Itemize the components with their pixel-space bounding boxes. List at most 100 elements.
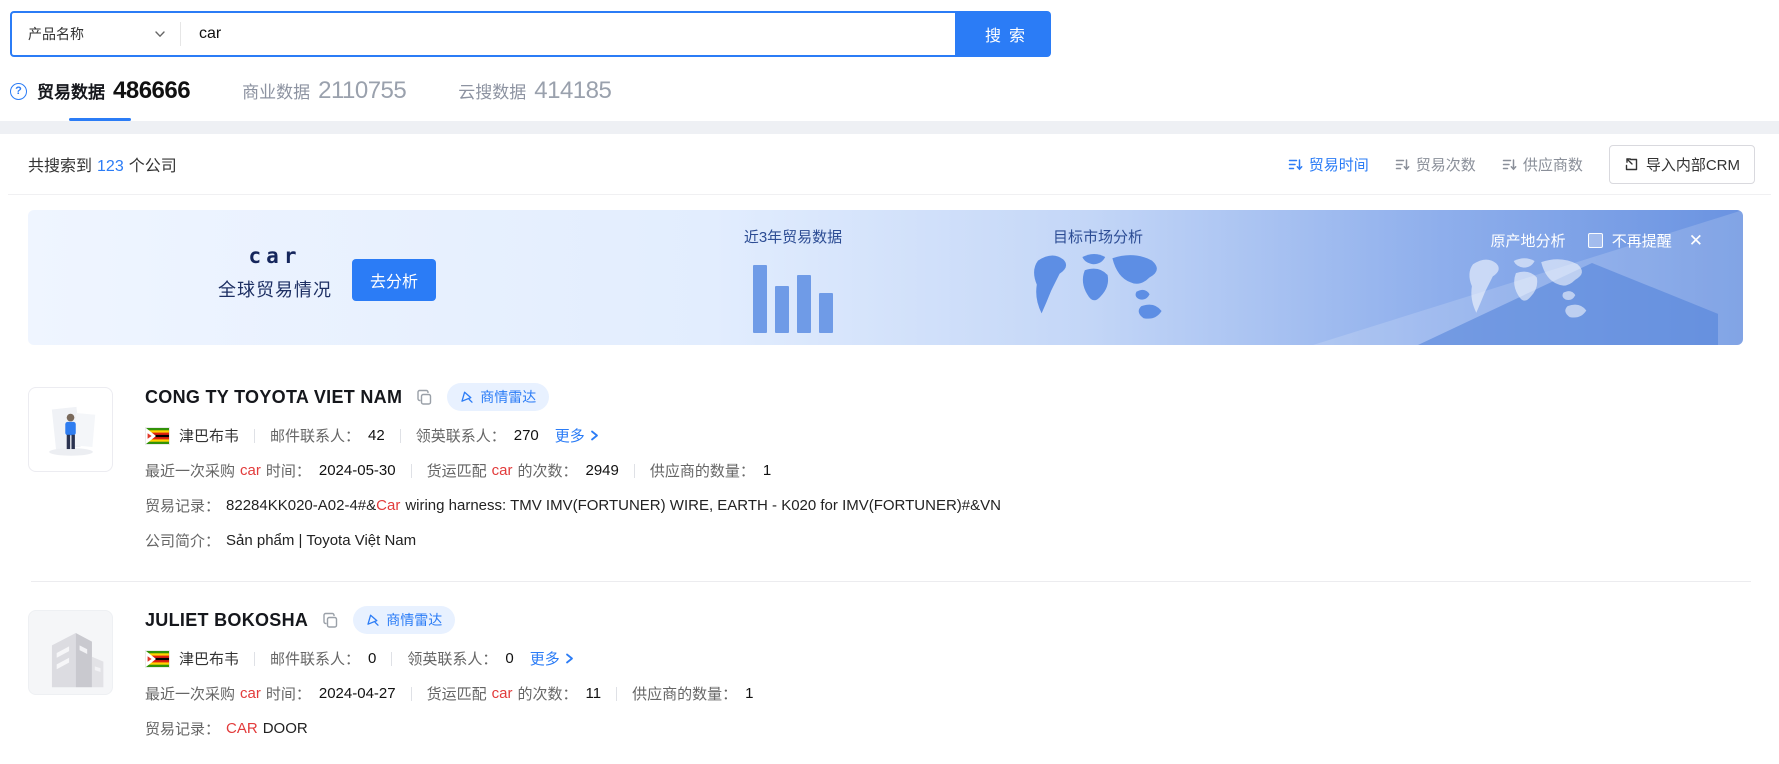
tab-count: 414185 <box>534 77 611 105</box>
email-contacts-value: 0 <box>368 650 376 667</box>
bar-chart-icon <box>718 259 868 333</box>
more-link[interactable]: 更多 <box>530 648 575 669</box>
sort-trade-time[interactable]: 贸易时间 <box>1288 154 1369 175</box>
tab-label: 商业数据 <box>242 78 310 103</box>
sort-supplier-count[interactable]: 供应商数 <box>1502 154 1583 175</box>
email-contacts-value: 42 <box>368 427 385 444</box>
banner-market-title: 目标市场分析 <box>978 226 1218 247</box>
world-map-icon <box>1462 255 1594 333</box>
sort-label: 贸易时间 <box>1309 154 1369 175</box>
supplier-count: 1 <box>745 685 753 702</box>
company-intro-row: 公司简介： Sản phẩm | Toyota Việt Nam <box>145 530 1751 551</box>
company-thumbnail[interactable] <box>28 610 113 695</box>
chevron-right-icon <box>564 653 575 664</box>
keyword-highlight: car <box>240 462 261 479</box>
result-count-suffix: 个公司 <box>129 158 177 175</box>
tab-count: 2110755 <box>318 77 406 105</box>
trade-record-text: 82284KK020-A02-4#& <box>226 497 376 514</box>
trade-record-label: 贸易记录： <box>145 495 220 516</box>
company-country: 津巴布韦 <box>179 425 239 446</box>
sort-label: 供应商数 <box>1523 154 1583 175</box>
company-list: CONG TY TOYOTA VIET NAM 商情雷达 津巴布韦 <box>8 345 1771 739</box>
trade-record-row: 贸易记录： 82284KK020-A02-4#& Car wiring harn… <box>145 495 1751 516</box>
dismiss-checkbox[interactable] <box>1588 233 1603 248</box>
import-crm-button[interactable]: 导入内部CRM <box>1609 145 1755 184</box>
company-thumbnail[interactable] <box>28 387 113 472</box>
top-search-bar: 产品名称 搜索 <box>0 0 1779 57</box>
email-contacts-label: 邮件联系人： <box>270 425 360 446</box>
search-category-value: 产品名称 <box>28 24 84 44</box>
help-icon[interactable]: ? <box>10 83 27 100</box>
results-header: 共搜索到 123 个公司 贸易时间 贸易次数 供应商数 导入内部CRM <box>8 134 1771 195</box>
sort-trade-count[interactable]: 贸易次数 <box>1395 154 1476 175</box>
person-illustration <box>31 393 111 467</box>
badge-label: 商情雷达 <box>386 610 442 630</box>
trade-record-text: DOOR <box>263 720 308 737</box>
radar-icon <box>460 390 474 404</box>
keyword-highlight: car <box>492 685 513 702</box>
tab-cloud-search-data[interactable]: 云搜数据 414185 <box>458 77 611 105</box>
match-count: 11 <box>585 685 601 702</box>
business-radar-badge[interactable]: 商情雷达 <box>447 383 549 411</box>
sort-icon <box>1395 157 1410 172</box>
business-radar-badge[interactable]: 商情雷达 <box>353 606 455 634</box>
search-input[interactable] <box>181 25 955 43</box>
result-count-text: 共搜索到 123 个公司 <box>28 152 177 176</box>
search-category-dropdown[interactable]: 产品名称 <box>12 24 180 44</box>
copy-icon[interactable] <box>416 389 433 406</box>
keyword-highlight: car <box>240 685 261 702</box>
banner-keyword: car <box>218 244 332 268</box>
contact-row: 津巴布韦 邮件联系人： 42 领英联系人： 270 更多 <box>145 425 1751 446</box>
supplier-count: 1 <box>763 462 771 479</box>
trade-record-keyword: Car <box>376 497 400 514</box>
sort-icon <box>1288 157 1303 172</box>
purchase-row: 最近一次采购 car 时间： 2024-04-27 货运匹配 car 的次数： … <box>145 683 1751 704</box>
analysis-promo-banner: car 全球贸易情况 去分析 近3年贸易数据 目标市场分析 <box>28 210 1743 345</box>
company-intro-text: Sản phẩm | Toyota Việt Nam <box>226 532 416 549</box>
tab-business-data[interactable]: 商业数据 2110755 <box>242 77 406 105</box>
tab-label: 云搜数据 <box>458 78 526 103</box>
trade-record-text: wiring harness: TMV IMV(FORTUNER) WIRE, … <box>405 497 1001 514</box>
close-icon[interactable]: ✕ <box>1689 232 1703 249</box>
match-count: 2949 <box>585 462 618 479</box>
company-card: CONG TY TOYOTA VIET NAM 商情雷达 津巴布韦 <box>28 345 1751 551</box>
result-count-prefix: 共搜索到 <box>28 158 92 175</box>
company-name[interactable]: CONG TY TOYOTA VIET NAM <box>145 387 402 408</box>
page-background-strip <box>0 121 1779 134</box>
result-count-number: 123 <box>97 158 124 175</box>
tab-count: 486666 <box>113 77 190 105</box>
import-icon <box>1624 157 1639 172</box>
purchase-row: 最近一次采购 car 时间： 2024-05-30 货运匹配 car 的次数： … <box>145 460 1751 481</box>
results-card: 共搜索到 123 个公司 贸易时间 贸易次数 供应商数 导入内部CRM <box>8 134 1771 741</box>
tab-label: 贸易数据 <box>37 78 105 103</box>
linkedin-contacts-value: 0 <box>505 650 513 667</box>
linkedin-contacts-label: 领英联系人： <box>407 648 497 669</box>
banner-subtitle: 全球贸易情况 <box>218 276 332 302</box>
contact-row: 津巴布韦 邮件联系人： 0 领英联系人： 0 更多 <box>145 648 1751 669</box>
sort-icon <box>1502 157 1517 172</box>
search-button[interactable]: 搜索 <box>957 11 1051 57</box>
linkedin-contacts-value: 270 <box>514 427 539 444</box>
tab-trade-data[interactable]: ? 贸易数据 486666 <box>10 77 190 105</box>
world-map-icon <box>1026 251 1170 335</box>
zimbabwe-flag-icon <box>145 427 170 445</box>
company-card: JULIET BOKOSHA 商情雷达 津巴布韦 邮件联系人： <box>28 582 1751 739</box>
dismiss-label: 不再提醒 <box>1612 230 1672 251</box>
chevron-right-icon <box>589 430 600 441</box>
company-name[interactable]: JULIET BOKOSHA <box>145 610 308 631</box>
zimbabwe-flag-icon <box>145 650 170 668</box>
analyze-button[interactable]: 去分析 <box>352 259 436 301</box>
company-country: 津巴布韦 <box>179 648 239 669</box>
last-purchase-date: 2024-04-27 <box>319 685 396 702</box>
keyword-highlight: car <box>492 462 513 479</box>
last-purchase-date: 2024-05-30 <box>319 462 396 479</box>
trade-record-label: 贸易记录： <box>145 718 220 739</box>
chevron-down-icon <box>154 28 166 40</box>
more-link[interactable]: 更多 <box>555 425 600 446</box>
data-source-tabs: ? 贸易数据 486666 商业数据 2110755 云搜数据 414185 <box>0 57 1779 121</box>
email-contacts-label: 邮件联系人： <box>270 648 360 669</box>
company-intro-label: 公司简介： <box>145 530 220 551</box>
import-crm-label: 导入内部CRM <box>1646 154 1740 175</box>
radar-icon <box>366 613 380 627</box>
copy-icon[interactable] <box>322 612 339 629</box>
